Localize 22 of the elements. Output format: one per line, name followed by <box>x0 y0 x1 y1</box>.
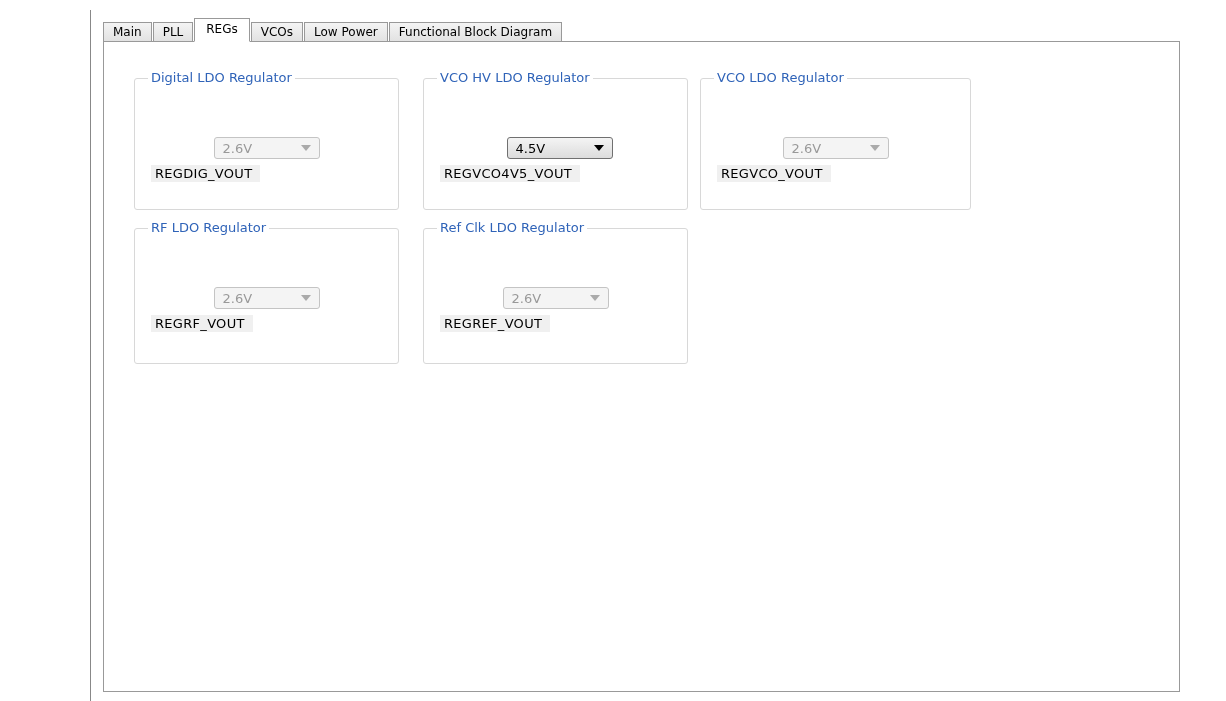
register-label: REGDIG_VOUT <box>151 165 261 182</box>
voltage-dropdown[interactable]: 4.5V <box>506 137 613 159</box>
caret-icon <box>300 145 311 151</box>
caret-icon <box>869 145 880 151</box>
register-label: REGVCO_VOUT <box>717 165 831 182</box>
caret-icon <box>300 295 311 301</box>
group-title: Digital LDO Regulator <box>148 70 295 85</box>
caret-icon <box>593 145 604 151</box>
group-title: RF LDO Regulator <box>148 220 270 235</box>
group-title: VCO HV LDO Regulator <box>437 70 593 85</box>
tab[interactable]: Main <box>103 22 152 42</box>
tab[interactable]: Low Power <box>304 22 388 42</box>
register-label: REGRF_VOUT <box>151 315 253 332</box>
group-title: VCO LDO Regulator <box>714 70 847 85</box>
register-label: REGREF_VOUT <box>440 315 551 332</box>
tab[interactable]: Functional Block Diagram <box>388 22 563 42</box>
tab[interactable]: PLL <box>152 22 194 42</box>
group-title: Ref Clk LDO Regulator <box>437 220 588 235</box>
caret-icon <box>589 295 600 301</box>
tab[interactable]: VCOs <box>250 22 304 42</box>
register-label: REGVCO4V5_VOUT <box>440 165 580 182</box>
tab[interactable]: REGs <box>194 18 250 42</box>
